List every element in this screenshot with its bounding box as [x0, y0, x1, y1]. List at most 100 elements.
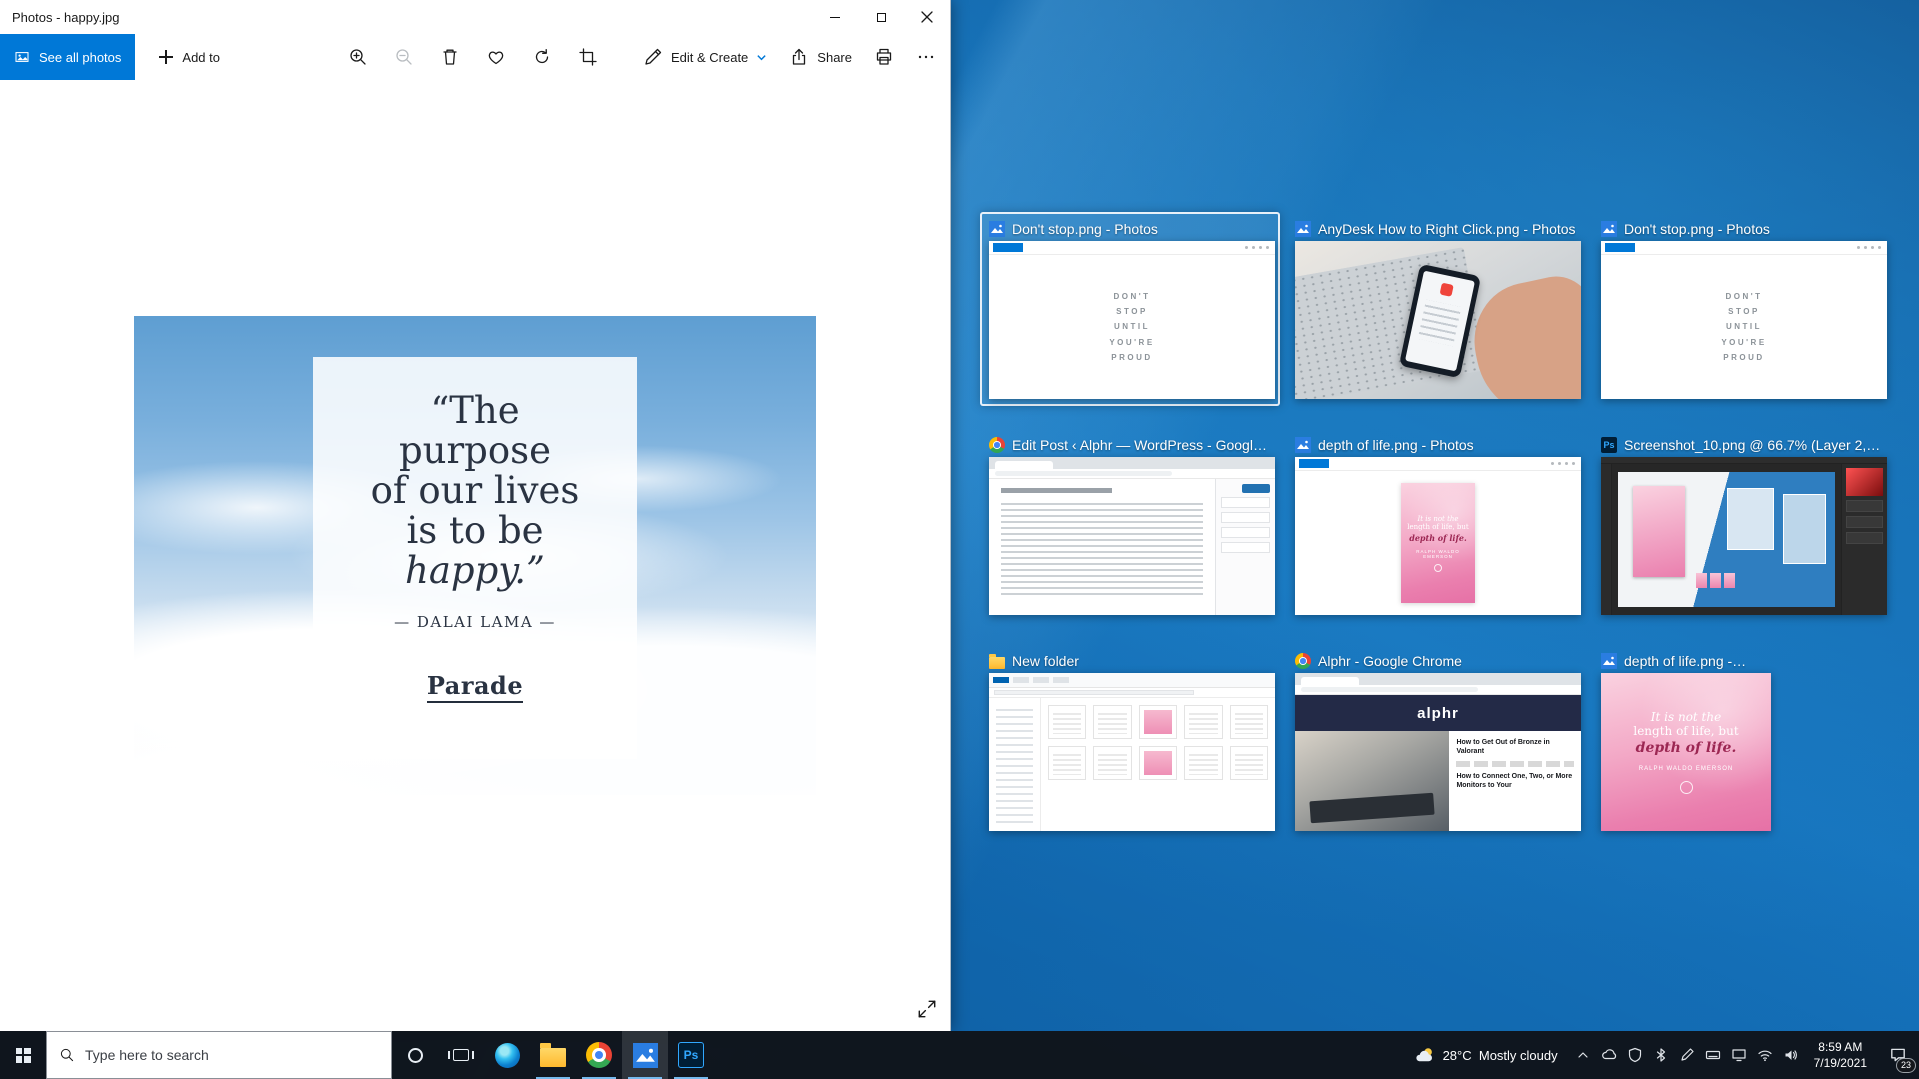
hand-image: [1463, 269, 1581, 399]
weather-desc: Mostly cloudy: [1479, 1048, 1558, 1063]
tray-security[interactable]: [1622, 1031, 1648, 1079]
favorite-button[interactable]: [486, 47, 506, 67]
zoom-out-icon: [394, 47, 414, 67]
taskbar-file-explorer[interactable]: [530, 1031, 576, 1079]
edit-create-button[interactable]: Edit & Create: [643, 47, 767, 67]
print-button[interactable]: [874, 47, 894, 67]
expand-icon: [916, 998, 938, 1020]
file-thumbnail: [1093, 705, 1131, 739]
photos-app-icon: [989, 221, 1005, 237]
snap-window-dont-stop-2[interactable]: Don't stop.png - Photos DON'TSTOPUNTILYO…: [1592, 212, 1892, 406]
cortana-icon: [408, 1048, 423, 1063]
quote-line: of our lives: [313, 471, 637, 511]
browser-addressbar: [989, 469, 1275, 479]
tray-network[interactable]: [1752, 1031, 1778, 1079]
action-center-button[interactable]: 23: [1877, 1031, 1919, 1079]
chrome-icon: [586, 1042, 612, 1068]
snap-window-anydesk[interactable]: AnyDesk How to Right Click.png - Photos: [1286, 212, 1586, 406]
browser-addressbar: [1295, 685, 1581, 695]
show-hidden-icons-button[interactable]: [1570, 1031, 1596, 1079]
photoshop-app-icon: Ps: [1601, 437, 1617, 453]
zoom-in-button[interactable]: [348, 47, 368, 67]
weather-widget[interactable]: 28°C Mostly cloudy: [1403, 1031, 1570, 1079]
notification-badge: 23: [1896, 1058, 1916, 1073]
snap-window-wordpress[interactable]: Edit Post ‹ Alphr — WordPress - Google C…: [980, 428, 1280, 622]
snap-window-depth-of-life-photos[interactable]: depth of life.png - Photos It is not the…: [1286, 428, 1586, 622]
clock-date: 7/19/2021: [1814, 1055, 1867, 1071]
delete-button[interactable]: [440, 47, 460, 67]
snap-window-title: Alphr - Google Chrome: [1318, 653, 1462, 669]
file-thumbnail: [1230, 746, 1268, 780]
rotate-button[interactable]: [532, 47, 552, 67]
snap-assist-grid: Don't stop.png - Photos DON'TSTOPUNTILYO…: [980, 212, 1892, 838]
taskbar-edge[interactable]: [484, 1031, 530, 1079]
taskbar-photos[interactable]: [622, 1031, 668, 1079]
file-thumbnail: [1230, 705, 1268, 739]
window-thumbnail: It is not the length of life, but depth …: [1601, 673, 1771, 831]
taskbar-photoshop[interactable]: Ps: [668, 1031, 714, 1079]
snap-label: New folder: [989, 651, 1271, 671]
quote-line: is to be: [313, 511, 637, 551]
trash-icon: [440, 47, 460, 67]
tray-onedrive[interactable]: [1596, 1031, 1622, 1079]
snap-window-title: Don't stop.png - Photos: [1624, 221, 1770, 237]
see-all-photos-button[interactable]: See all photos: [0, 34, 135, 80]
cloud-icon: [1601, 1047, 1617, 1063]
add-to-button[interactable]: Add to: [159, 50, 220, 65]
taskbar-clock[interactable]: 8:59 AM 7/19/2021: [1804, 1031, 1877, 1079]
snap-window-alphr-chrome[interactable]: Alphr - Google Chrome alphr How to Get O…: [1286, 644, 1586, 838]
snap-window-title: depth of life.png -…: [1624, 653, 1746, 669]
mini-photos-toolbar: [1601, 241, 1887, 255]
tray-bluetooth[interactable]: [1648, 1031, 1674, 1079]
minimize-button[interactable]: [812, 0, 858, 34]
quote-attribution: — DALAI LAMA —: [313, 613, 637, 631]
photos-app-icon: [1601, 221, 1617, 237]
zoom-out-button[interactable]: [394, 47, 414, 67]
taskbar-search[interactable]: [46, 1031, 392, 1079]
tray-display[interactable]: [1726, 1031, 1752, 1079]
snap-window-depth-of-life-image[interactable]: depth of life.png -… It is not the lengt…: [1592, 644, 1892, 838]
chrome-app-icon: [989, 437, 1005, 453]
start-button[interactable]: [0, 1031, 46, 1079]
chevron-down-icon: [756, 52, 767, 63]
close-icon: [921, 11, 933, 23]
close-button[interactable]: [904, 0, 950, 34]
pen-icon: [1679, 1047, 1695, 1063]
snap-label: Alphr - Google Chrome: [1295, 651, 1577, 671]
depth-of-life-image: It is not the length of life, but depth …: [1601, 673, 1771, 831]
window-thumbnail: [989, 457, 1275, 615]
toolbar-right-group: Edit & Create Share: [643, 47, 936, 67]
explorer-addressbar: [989, 688, 1275, 698]
more-button[interactable]: [916, 47, 936, 67]
photos-app-icon: [1295, 221, 1311, 237]
maximize-button[interactable]: [858, 0, 904, 34]
snap-label: Don't stop.png - Photos: [1601, 219, 1883, 239]
tray-pen[interactable]: [1674, 1031, 1700, 1079]
fullscreen-button[interactable]: [916, 998, 938, 1023]
snap-window-new-folder[interactable]: New folder: [980, 644, 1280, 838]
folder-app-icon: [989, 653, 1005, 669]
tray-volume[interactable]: [1778, 1031, 1804, 1079]
minimize-icon: [830, 17, 840, 18]
zoom-in-icon: [348, 47, 368, 67]
edge-icon: [495, 1043, 520, 1068]
search-input[interactable]: [85, 1047, 379, 1063]
cortana-button[interactable]: [392, 1031, 438, 1079]
snap-window-title: Edit Post ‹ Alphr — WordPress - Google C…: [1012, 437, 1271, 453]
photoshop-icon: Ps: [678, 1042, 704, 1068]
browser-frame: [1295, 673, 1581, 685]
taskbar-chrome[interactable]: [576, 1031, 622, 1079]
snap-window-dont-stop-1[interactable]: Don't stop.png - Photos DON'TSTOPUNTILYO…: [980, 212, 1280, 406]
taskbar: Ps 28°C Mostly cloudy: [0, 1031, 1919, 1079]
snap-window-photoshop[interactable]: Ps Screenshot_10.png @ 66.7% (Layer 2, R…: [1592, 428, 1892, 622]
photos-collection-icon: [14, 49, 30, 65]
crop-button[interactable]: [578, 47, 598, 67]
share-button[interactable]: Share: [789, 47, 852, 67]
file-thumbnail: [1184, 746, 1222, 780]
task-view-button[interactable]: [438, 1031, 484, 1079]
article-headline: How to Get Out of Bronze in Valorant: [1456, 738, 1574, 756]
window-thumbnail: alphr How to Get Out of Bronze in Valora…: [1295, 673, 1581, 831]
file-thumbnail: [1139, 705, 1177, 739]
tray-touch-keyboard[interactable]: [1700, 1031, 1726, 1079]
task-view-icon: [453, 1049, 469, 1061]
